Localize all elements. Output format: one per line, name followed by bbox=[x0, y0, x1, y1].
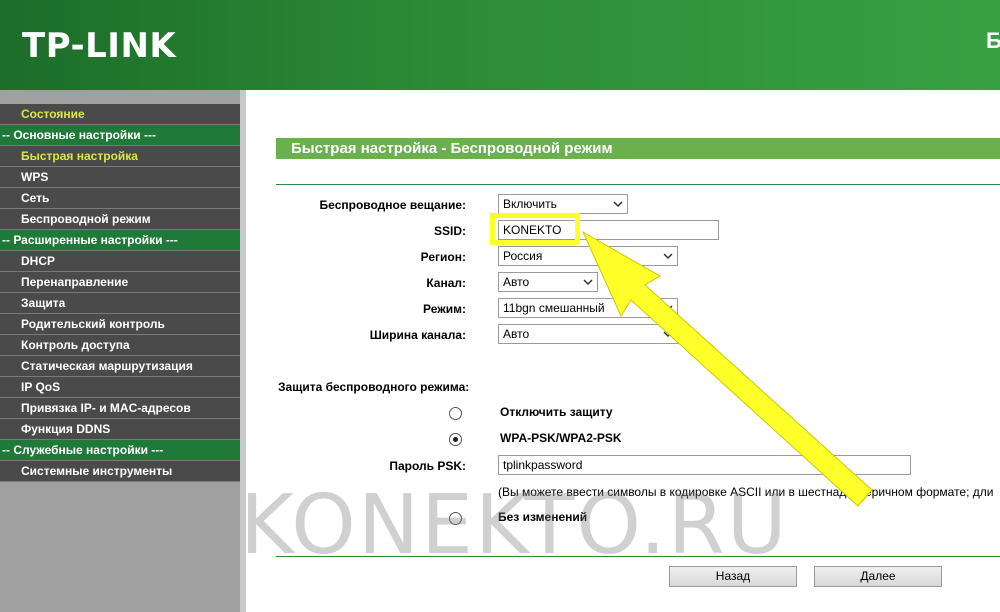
arrow-icon bbox=[581, 230, 873, 507]
